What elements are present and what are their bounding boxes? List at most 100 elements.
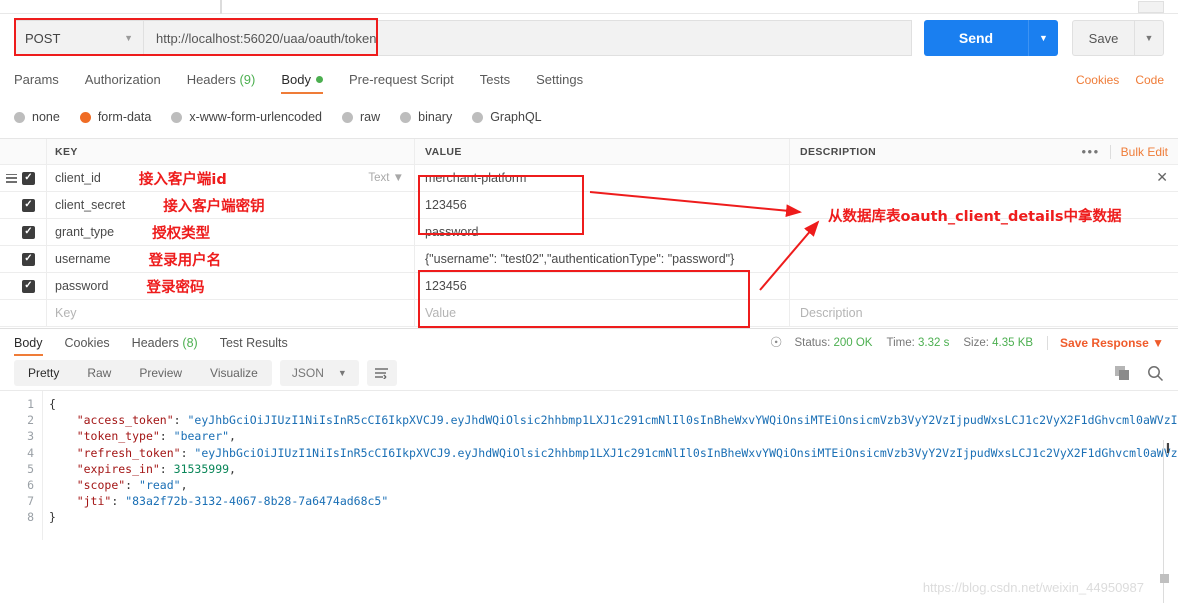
checkbox-checked-icon	[22, 252, 35, 266]
tab-headers[interactable]: Headers (9)	[187, 72, 256, 94]
new-description-input[interactable]: Description	[800, 306, 863, 320]
status-label: Status:	[794, 336, 831, 349]
language-select[interactable]: JSON ▼	[279, 360, 359, 386]
line-number: 2	[27, 413, 34, 428]
row-annotation: 登录用户名	[148, 252, 222, 269]
row-checkbox[interactable]	[22, 198, 46, 212]
response-tab-test-results[interactable]: Test Results	[220, 330, 288, 356]
row-value[interactable]: 123456	[425, 279, 467, 293]
code-token: "jti"	[76, 494, 112, 509]
row-annotation: 授权类型	[152, 225, 211, 242]
response-tab-cookies[interactable]: Cookies	[65, 330, 110, 356]
http-method-label: POST	[25, 30, 61, 46]
close-icon[interactable]: ✕	[1156, 169, 1168, 186]
code-token: "eyJhbGciOiJIUzI1NiIsInR5cCI6IkpXVCJ9.ey…	[194, 445, 1178, 460]
row-key[interactable]: username	[55, 252, 111, 266]
language-label: JSON	[291, 366, 324, 380]
row-checkbox[interactable]	[22, 279, 46, 293]
tab-pre-request-script-label: Pre-request Script	[348, 72, 454, 87]
row-key[interactable]: client_id	[55, 171, 101, 185]
format-tab-pretty[interactable]: Pretty	[14, 366, 73, 380]
body-type-none[interactable]: none	[14, 110, 60, 124]
send-button[interactable]: Send	[924, 20, 1028, 56]
new-key-input[interactable]: Key	[55, 306, 77, 320]
tab-settings[interactable]: Settings	[536, 72, 583, 94]
format-tab-raw[interactable]: Raw	[73, 366, 125, 380]
code-token: "refresh_token"	[76, 445, 181, 460]
table-header-row: KEY VALUE DESCRIPTION ••• Bulk Edit	[0, 139, 1178, 165]
window-top-strip	[0, 0, 1178, 14]
radio-icon	[342, 111, 353, 123]
save-response-button[interactable]: Save Response ▼	[1060, 336, 1164, 350]
bulk-edit-link[interactable]: Bulk Edit	[1121, 145, 1168, 159]
checkbox-checked-icon	[22, 279, 35, 293]
row-value[interactable]: {"username": "test02","authenticationTyp…	[425, 252, 734, 266]
row-key[interactable]: client_secret	[55, 198, 125, 212]
body-type-binary[interactable]: binary	[400, 110, 452, 124]
tab-tests[interactable]: Tests	[480, 72, 510, 94]
tab-authorization[interactable]: Authorization	[85, 72, 161, 94]
row-description[interactable]	[789, 273, 1178, 299]
row-value[interactable]: merchant-platform	[425, 171, 526, 185]
line-number-gutter: 1 2345 678	[0, 391, 42, 540]
copy-icon[interactable]	[1114, 365, 1131, 382]
code-token: :	[180, 445, 195, 460]
scrollbar-thumb[interactable]	[1160, 574, 1169, 583]
response-json-code[interactable]: { "access_token": "eyJhbGciOiJIUzI1NiIsI…	[42, 391, 1178, 540]
response-action-icons	[1114, 365, 1164, 382]
send-options-caret-icon[interactable]: ▼	[1028, 20, 1058, 56]
wrap-lines-icon	[375, 368, 389, 379]
tab-body-label: Body	[281, 72, 311, 87]
row-description[interactable]	[789, 246, 1178, 272]
row-key[interactable]: grant_type	[55, 225, 114, 239]
line-number: 3	[27, 429, 34, 444]
search-icon[interactable]	[1147, 365, 1164, 382]
row-key[interactable]: password	[55, 279, 109, 293]
radio-icon	[400, 111, 412, 123]
column-header-description: DESCRIPTION	[800, 145, 877, 158]
code-link[interactable]: Code	[1135, 73, 1164, 87]
status-badge: Status: 200 OK	[794, 337, 872, 349]
format-tab-group: Pretty Raw Preview Visualize	[14, 360, 272, 386]
body-type-x-www-form-urlencoded[interactable]: x-www-form-urlencoded	[171, 110, 322, 124]
body-type-graphql[interactable]: GraphQL	[472, 110, 542, 124]
code-token: {	[49, 397, 56, 411]
size-badge: Size: 4.35 KB	[963, 337, 1033, 349]
row-type-select[interactable]: Text ▼	[368, 172, 404, 184]
tab-body[interactable]: Body	[281, 72, 323, 94]
save-options-caret-icon[interactable]: ▼	[1134, 20, 1164, 56]
table-more-options-icon[interactable]: •••	[1081, 144, 1099, 159]
new-value-input[interactable]: Value	[425, 306, 456, 320]
wrap-lines-button[interactable]	[366, 360, 397, 386]
cookies-link[interactable]: Cookies	[1076, 73, 1119, 87]
row-annotation: 接入客户端密钥	[163, 198, 265, 215]
chevron-down-icon: ▼	[1152, 335, 1164, 350]
row-checkbox[interactable]	[22, 252, 46, 266]
format-tab-preview[interactable]: Preview	[125, 366, 196, 380]
http-method-select[interactable]: POST ▼	[14, 20, 144, 56]
row-checkbox[interactable]	[22, 171, 46, 185]
tab-params[interactable]: Params	[14, 72, 59, 94]
top-right-button[interactable]	[1138, 1, 1164, 13]
url-input[interactable]: http://localhost:56020/uaa/oauth/token	[144, 20, 912, 56]
response-tab-body[interactable]: Body	[14, 330, 43, 356]
response-headers-count: (8)	[182, 335, 198, 350]
response-tab-headers[interactable]: Headers (8)	[132, 330, 198, 356]
body-type-form-data[interactable]: form-data	[79, 110, 152, 124]
row-drag-handle[interactable]	[0, 173, 22, 183]
code-token: :	[173, 413, 188, 428]
row-value[interactable]: password	[425, 225, 479, 239]
row-value[interactable]: 123456	[425, 198, 467, 212]
row-checkbox[interactable]	[22, 225, 46, 239]
table-row: username 登录用户名 {"username": "test02","au…	[0, 246, 1178, 273]
response-body-viewer[interactable]: 1 2345 678 { "access_token": "eyJhbGciOiJI…	[0, 390, 1178, 540]
body-type-raw[interactable]: raw	[342, 110, 380, 124]
tab-pre-request-script[interactable]: Pre-request Script	[349, 72, 454, 94]
save-button[interactable]: Save	[1072, 20, 1134, 56]
body-type-form-data-label: form-data	[97, 110, 152, 124]
time-value: 3.32 s	[918, 336, 950, 349]
format-tab-visualize[interactable]: Visualize	[196, 366, 272, 380]
column-header-value: VALUE	[425, 145, 462, 158]
